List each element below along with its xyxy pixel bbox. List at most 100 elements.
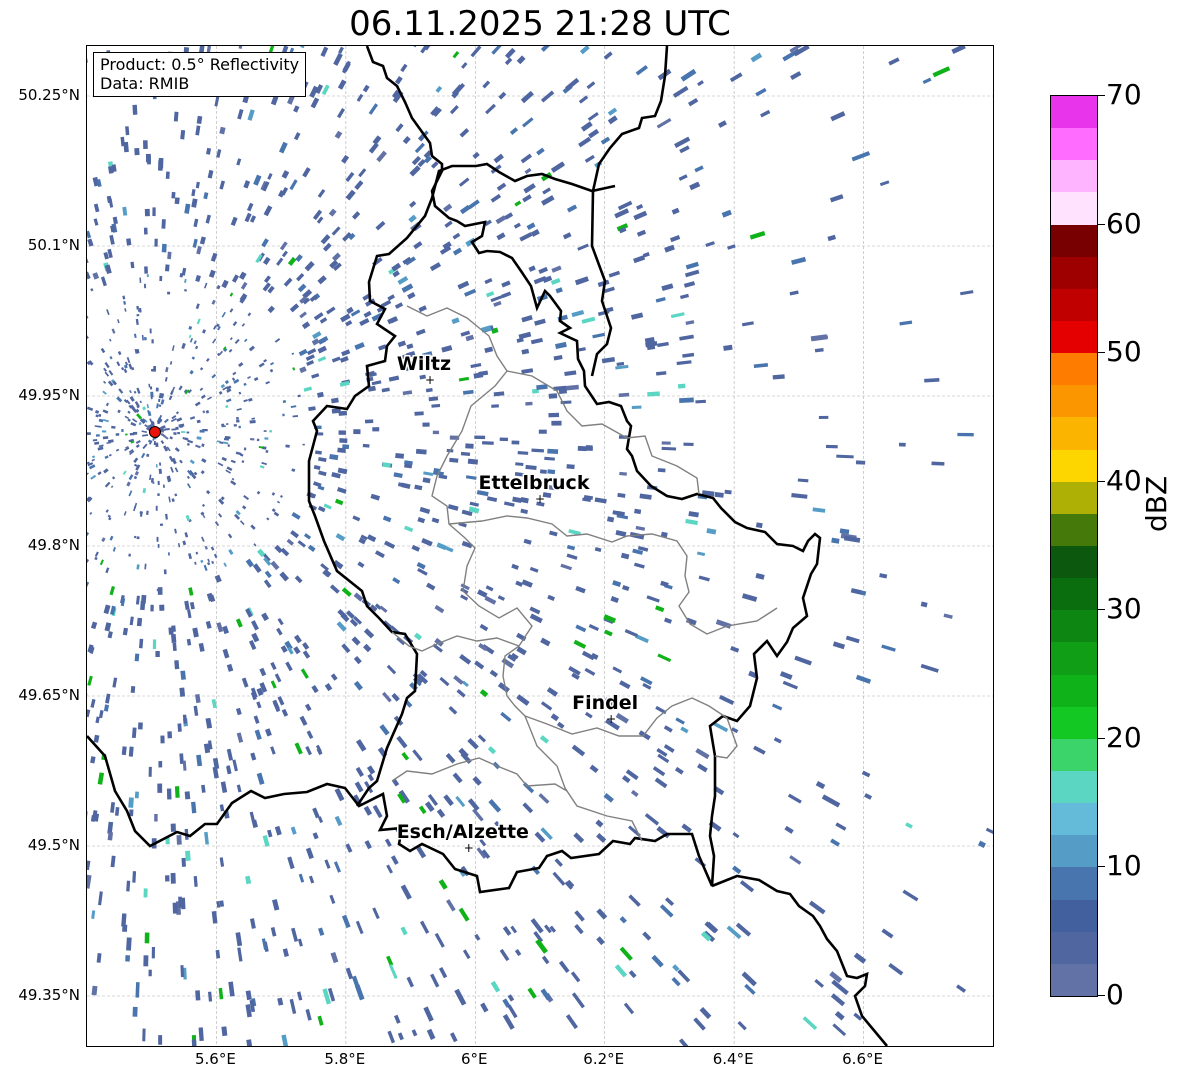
echo-cell: [114, 807, 120, 816]
echo-cell: [414, 142, 425, 154]
echo-cell: [132, 871, 137, 883]
echo-cell: [355, 920, 364, 935]
echo-cell: [565, 384, 579, 391]
echo-cell: [247, 109, 255, 121]
echo-cell: [104, 455, 109, 460]
echo-cell: [324, 859, 331, 869]
echo-cell: [524, 167, 532, 175]
lat-tick-label: 50.1°N: [27, 236, 80, 254]
echo-cell: [249, 215, 257, 223]
echo-cell: [277, 997, 284, 1006]
echo-cell: [431, 403, 441, 408]
echo-cell: [631, 405, 642, 410]
echo-cell: [159, 523, 164, 527]
echo-cell: [573, 832, 585, 844]
echo-cell: [291, 512, 301, 520]
echo-cell: [202, 410, 206, 414]
echo-cell: [151, 368, 154, 372]
echo-cell: [163, 569, 167, 575]
echo-cell: [474, 660, 485, 670]
colorbar-segment: [1051, 192, 1097, 225]
echo-cell: [439, 676, 450, 687]
echo-cell: [397, 482, 407, 488]
echo-cell: [198, 642, 205, 652]
echo-cell: [717, 120, 727, 128]
echo-cell: [502, 926, 512, 936]
echo-cell: [289, 998, 297, 1014]
echo-cell: [394, 1014, 401, 1024]
echo-cell: [376, 150, 387, 163]
echo-cell: [115, 433, 120, 436]
echo-cell: [181, 342, 186, 350]
colorbar-tick: [1097, 866, 1105, 868]
echo-cell: [416, 846, 427, 859]
echo-cell: [184, 278, 187, 283]
echo-cell: [522, 802, 534, 814]
echo-cell: [151, 946, 156, 959]
echo-cell: [93, 203, 100, 213]
echo-cell: [656, 118, 672, 129]
echo-cell: [133, 333, 137, 339]
echo-cell: [447, 504, 459, 511]
echo-cell: [136, 536, 140, 540]
echo-cell: [423, 1006, 434, 1022]
echo-cell: [404, 525, 414, 533]
echo-cell: [304, 261, 315, 272]
echo-cell: [132, 104, 138, 115]
echo-cell: [888, 962, 904, 976]
echo-cell: [167, 251, 172, 260]
echo-cell: [354, 984, 365, 1001]
echo-cell: [618, 392, 630, 398]
echo-cell: [830, 993, 846, 1007]
echo-cell: [270, 927, 277, 937]
echo-cell: [311, 373, 320, 379]
echo-cell: [514, 200, 522, 207]
echo-cell: [207, 561, 211, 566]
echo-cell: [386, 864, 393, 874]
echo-cell: [555, 287, 563, 294]
echo-cell: [322, 242, 332, 252]
echo-cell: [207, 558, 210, 563]
echo-cell: [555, 341, 567, 350]
echo-cell: [206, 396, 212, 401]
echo-cell: [87, 432, 91, 435]
echo-cell: [825, 444, 838, 449]
echo-cell: [574, 924, 584, 935]
echo-cell: [146, 453, 150, 458]
echo-cell: [414, 484, 423, 491]
echo-cell: [330, 397, 339, 404]
echo-cell: [574, 276, 589, 286]
echo-cell: [262, 835, 270, 847]
echo-cell: [623, 1002, 635, 1015]
echo-cell: [661, 446, 677, 451]
echo-cell: [397, 340, 407, 348]
echo-cell: [167, 552, 170, 556]
radar-map[interactable]: + Wiltz + Ettelbruck + Findel + Esch/Alzette: [86, 45, 994, 1047]
echo-cell: [328, 208, 337, 217]
echo-cell: [464, 288, 477, 297]
echo-cell: [191, 1039, 197, 1046]
echo-cell: [146, 510, 149, 516]
echo-cell: [333, 861, 342, 873]
echo-cell: [299, 311, 308, 319]
echo-cell: [312, 832, 319, 840]
echo-cell: [186, 442, 190, 446]
echo-cell: [695, 748, 710, 760]
echo-cell: [628, 894, 641, 907]
echo-cell: [102, 436, 109, 440]
echo-cell: [282, 399, 287, 404]
echo-cell: [514, 949, 522, 957]
echo-cell: [485, 103, 496, 115]
echo-cell: [271, 492, 276, 496]
echo-cell: [127, 418, 131, 422]
echo-cell: [815, 780, 826, 790]
echo-cell: [588, 128, 600, 139]
echo-cell: [222, 625, 230, 635]
echo-cell: [753, 745, 766, 755]
echo-cell: [490, 980, 501, 993]
echo-cell: [571, 309, 585, 318]
echo-cell: [450, 1032, 458, 1043]
echo-cell: [353, 655, 362, 665]
graticule: [87, 46, 993, 1046]
echo-cell: [303, 386, 313, 392]
